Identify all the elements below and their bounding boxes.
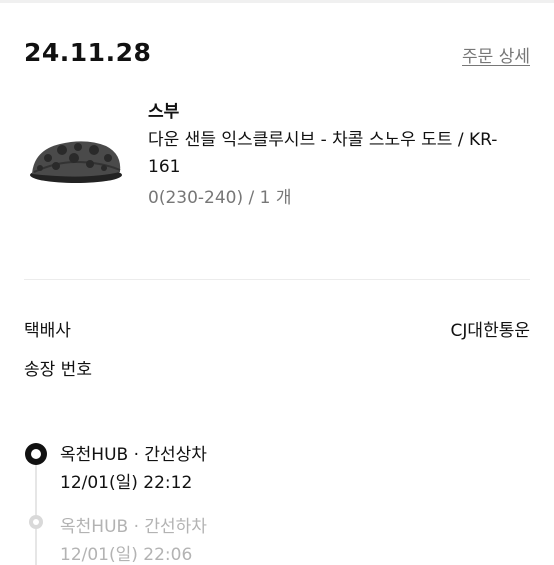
order-detail-link[interactable]: 주문 상세 [462, 42, 530, 67]
top-divider [0, 0, 554, 3]
tracking-event-time: 12/01(일) 22:12 [60, 473, 193, 493]
timeline-dot-active-icon [25, 443, 47, 465]
product-name[interactable]: 다운 샌들 익스클루시브 - 차콜 스노우 도트 / KR-161 [148, 127, 528, 181]
courier-label: 택배사 [24, 321, 71, 341]
timeline-dot-inactive-icon [29, 515, 43, 529]
courier-value: CJ대한통운 [450, 321, 530, 341]
product-image[interactable] [26, 100, 126, 210]
section-divider [24, 279, 530, 280]
tracking-event-time: 12/01(일) 22:06 [60, 545, 193, 565]
timeline-line [35, 455, 37, 565]
order-date: 24.11.28 [24, 38, 152, 67]
product-brand[interactable]: 스부 [148, 97, 179, 122]
tracking-number-label: 송장 번호 [24, 360, 92, 380]
product-option: 0(230-240) / 1 개 [148, 188, 292, 208]
tracking-event-status: 옥천HUB · 간선상차 [60, 445, 207, 465]
tracking-event-status: 옥천HUB · 간선하차 [60, 517, 207, 537]
